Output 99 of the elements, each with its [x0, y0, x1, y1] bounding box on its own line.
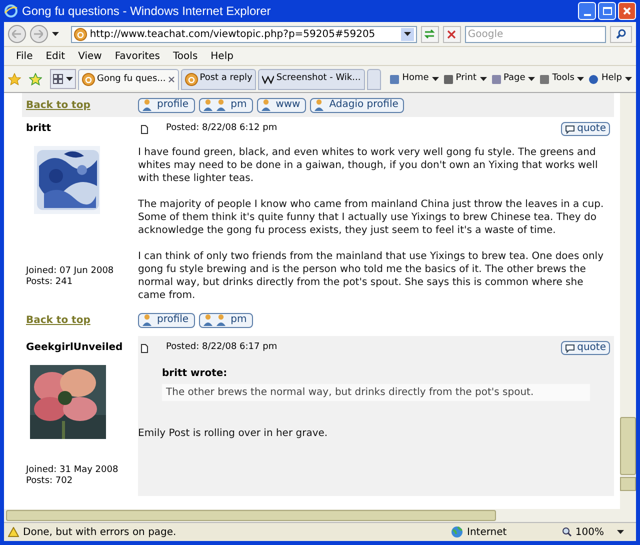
forward-button[interactable]	[30, 25, 48, 43]
caret-icon	[404, 32, 412, 36]
stop-icon	[447, 30, 456, 38]
back-button[interactable]	[8, 25, 26, 43]
joined-date: Joined: 31 May 2008	[26, 465, 120, 476]
toolbar-icon	[490, 74, 502, 84]
quote-author: britt wrote:	[162, 367, 228, 381]
right-arrow-icon	[34, 30, 44, 38]
person-icon	[142, 314, 152, 326]
status-text: Done, but with errors on page.	[23, 526, 178, 540]
menu-item[interactable]: View	[78, 48, 102, 64]
post-count: Posts: 241	[26, 277, 74, 288]
command-button[interactable]: Print	[442, 72, 486, 86]
post-text: I can think of only two friends from the mainland that use Yixings to brew tea. One does only gong fu style brewing and is the person who told me the basics of it. The other brews the normal way, but drinks directly from the pot's spout. She says this is common where she came from.	[138, 250, 604, 302]
profile-link-button[interactable]: Adagio profile	[310, 98, 404, 112]
menu-item[interactable]: Favorites	[114, 48, 160, 64]
speech-bubble-icon	[565, 124, 576, 134]
security-zone: Internet	[467, 526, 507, 540]
toolbar-icon	[442, 74, 454, 84]
window-title: Gong fu questions - Windows Internet Explorer	[22, 3, 271, 20]
person-icon	[216, 99, 226, 111]
caret-icon	[432, 77, 439, 81]
post-icon	[141, 344, 148, 352]
command-button[interactable]: Home	[389, 72, 439, 86]
close-icon	[623, 7, 631, 15]
command-button[interactable]: Tools	[539, 72, 584, 86]
caret-icon	[528, 77, 536, 81]
caret-icon	[617, 530, 624, 534]
quoted-text: The other brews the normal way, but drinks directly from the pot's spout.	[162, 384, 590, 401]
site-icon	[74, 28, 87, 40]
post-text: The majority of people I know who came from mainland China just throw the leaves in a cup. Some of them think it's quite funny that I actually use Yixings to brew Chinese tea. They do acknowledge the gong fu process exists, they just seem to feel it's a waste of time.	[138, 198, 605, 237]
caret-icon	[625, 77, 632, 81]
horizontal-scrollbar[interactable]	[4, 509, 636, 522]
globe-icon	[451, 526, 463, 538]
star-icon	[8, 72, 21, 86]
post-text: I have found green, black, and even whites to work very well gong fu style. The greens and whites may need to be done in a gaiwan, though, if you don't own an Yixing that works well with these lighter teas.	[138, 146, 599, 185]
refresh-icon	[424, 29, 436, 39]
maximize-button[interactable]	[598, 2, 616, 20]
site-icon	[184, 72, 198, 86]
browser-tab[interactable]: Screenshot - Wik...	[258, 68, 365, 90]
person-icon	[202, 314, 213, 326]
person-icon	[202, 99, 213, 111]
left-arrow-icon	[12, 30, 22, 38]
caret-icon	[577, 77, 584, 81]
stop-button[interactable]	[442, 26, 461, 42]
profile-link-button[interactable]: pm	[198, 312, 253, 328]
command-button[interactable]: Page	[490, 72, 536, 86]
author-name: britt	[26, 122, 52, 136]
post-date: Posted: 8/22/08 6:12 pm	[166, 122, 278, 136]
add-favorite-icon	[29, 72, 42, 86]
back-to-top-link[interactable]: Back to top	[22, 312, 138, 328]
author-name: GeekgirlUnveiled	[26, 341, 124, 355]
profile-link-button[interactable]: pm	[198, 98, 253, 112]
menu-item[interactable]: File	[16, 48, 33, 64]
wiki-logo-icon	[262, 74, 274, 84]
post-count: Posts: 702	[26, 476, 74, 487]
person-icon	[260, 99, 271, 111]
menu-item[interactable]: Tools	[173, 48, 198, 64]
quote-button[interactable]: quote	[561, 341, 610, 355]
search-icon	[616, 29, 626, 39]
profile-link-button[interactable]: profile	[138, 98, 195, 112]
menu-item[interactable]: Edit	[46, 48, 66, 64]
toolbar-icon	[539, 74, 550, 84]
tab-list-button[interactable]	[50, 69, 76, 89]
refresh-button[interactable]	[421, 26, 439, 42]
zoom-button[interactable]: 100%	[562, 524, 624, 540]
caret-icon	[66, 77, 73, 81]
site-icon	[82, 73, 95, 86]
quote-button[interactable]: quote	[561, 122, 610, 136]
browser-tab[interactable]: Post a reply	[180, 68, 256, 90]
speech-bubble-icon	[565, 344, 576, 352]
close-button[interactable]	[618, 2, 636, 20]
post-icon	[141, 124, 148, 134]
command-button[interactable]: Help	[588, 72, 632, 86]
post-text: Emily Post is rolling over in her grave.	[138, 427, 329, 440]
grid-icon	[53, 74, 63, 84]
caret-icon	[480, 77, 486, 81]
menu-item[interactable]: Help	[210, 48, 234, 64]
magnifier-icon	[562, 527, 572, 537]
toolbar-icon	[389, 74, 400, 84]
joined-date: Joined: 07 Jun 2008	[26, 266, 115, 277]
person-icon	[142, 99, 152, 111]
minimize-button[interactable]	[578, 2, 596, 20]
browser-tab[interactable]: Gong fu ques...	[78, 68, 179, 90]
caret-icon	[52, 32, 59, 36]
warning-icon	[8, 527, 19, 537]
post-date: Posted: 8/22/08 6:17 pm	[166, 341, 278, 354]
back-to-top-link[interactable]: Back to top	[22, 98, 138, 112]
address-field[interactable]: http://www.teachat.com/viewtopic.php?p=59205#59205	[70, 26, 418, 42]
vertical-scrollbar[interactable]	[620, 93, 636, 509]
toolbar-icon	[588, 74, 600, 84]
search-button[interactable]	[610, 26, 632, 42]
search-field[interactable]: Google	[464, 26, 606, 42]
browser-logo-icon	[4, 4, 18, 18]
close-tab-icon	[168, 76, 175, 83]
person-icon	[216, 314, 226, 326]
profile-link-button[interactable]: www	[256, 98, 306, 112]
profile-link-button[interactable]: profile	[138, 312, 195, 328]
person-icon	[314, 99, 324, 111]
